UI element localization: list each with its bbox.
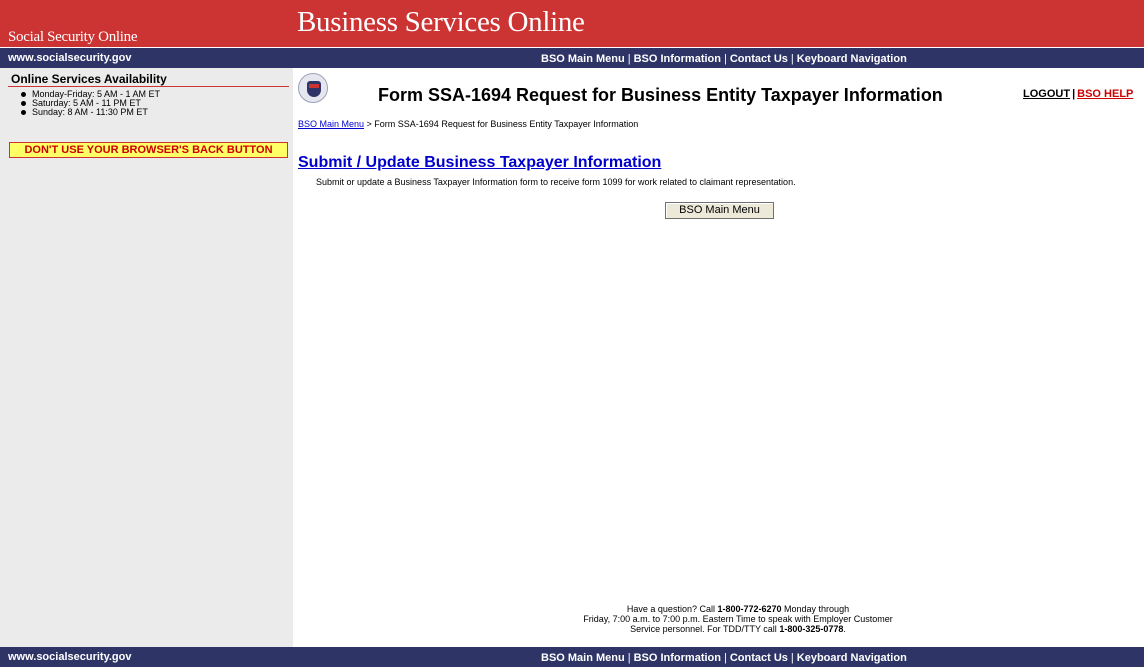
breadcrumb-main-menu-link[interactable]: BSO Main Menu [298,119,364,129]
logout-link[interactable]: LOGOUT [1023,88,1070,100]
footer-help-text: Have a question? Call 1-800-772-6270 Mon… [518,604,958,634]
availability-hours-list: Monday-Friday: 5 AM - 1 AM ET Saturday: … [20,90,160,117]
nav-separator: | [627,53,631,65]
nav-separator: | [723,652,727,664]
submit-update-taxpayer-link[interactable]: Submit / Update Business Taxpayer Inform… [298,154,661,172]
nav-separator: | [790,53,794,65]
availability-title: Online Services Availability [11,72,167,86]
seal-stripe [309,84,319,88]
nav-separator: | [627,652,631,664]
nav-separator: | [723,53,727,65]
footer-line1-post: Monday through [781,604,850,614]
bottom-nav-bar: www.socialsecurity.gov BSO Main Menu | BSO… [0,647,1144,667]
nav-contact-link[interactable]: Contact Us [730,53,788,65]
nav-information-link[interactable]: BSO Information [634,652,721,664]
breadcrumb-current: > Form SSA-1694 Request for Business Ent… [364,119,639,129]
footer-tty: 1-800-325-0778 [779,624,844,634]
footer-phone: 1-800-772-6270 [717,604,782,614]
nav-main-menu-link[interactable]: BSO Main Menu [541,652,625,664]
footer-line2: Friday, 7:00 a.m. to 7:00 p.m. Eastern T… [583,614,893,624]
nav-keyboard-link[interactable]: Keyboard Navigation [797,53,907,65]
ssa-seal-icon [298,73,328,103]
site-link[interactable]: www.socialsecurity.gov [8,52,132,64]
nav-separator: | [790,652,794,664]
top-nav-links: BSO Main Menu | BSO Information | Contact Us… [541,53,907,65]
nav-information-link[interactable]: BSO Information [634,53,721,65]
header-banner: Social Security Online Business Services… [0,0,1144,47]
bso-main-menu-button[interactable]: BSO Main Menu [665,202,774,219]
bso-help-link[interactable]: BSO HELP [1077,88,1133,100]
nav-keyboard-link[interactable]: Keyboard Navigation [797,652,907,664]
page: Social Security Online Business Services… [0,0,1144,667]
footer-line1-pre: Have a question? Call [626,604,718,614]
site-link[interactable]: www.socialsecurity.gov [8,651,132,663]
ssa-brand[interactable]: Social Security Online [8,29,138,46]
footer-line3-post: . [843,624,846,634]
hours-sunday: Sunday: 8 AM - 11:30 PM ET [20,108,160,117]
nav-contact-link[interactable]: Contact Us [730,652,788,664]
nav-main-menu-link[interactable]: BSO Main Menu [541,53,625,65]
bottom-nav-links: BSO Main Menu | BSO Information | Contact Us… [541,652,907,664]
breadcrumb: BSO Main Menu > Form SSA-1694 Request fo… [298,119,638,129]
submit-description: Submit or update a Business Taxpayer Inf… [316,177,796,187]
footer-line3-pre: Service personnel. For TDD/TTY call [630,624,780,634]
bso-title: Business Services Online [297,6,585,38]
availability-divider [8,86,289,87]
back-button-warning: DON'T USE YOUR BROWSER'S BACK BUTTON [9,142,288,158]
page-title: Form SSA-1694 Request for Business Entit… [378,85,943,105]
top-nav-bar: www.socialsecurity.gov BSO Main Menu | BSO… [0,48,1144,68]
account-links: LOGOUT | BSO HELP [1023,88,1133,100]
